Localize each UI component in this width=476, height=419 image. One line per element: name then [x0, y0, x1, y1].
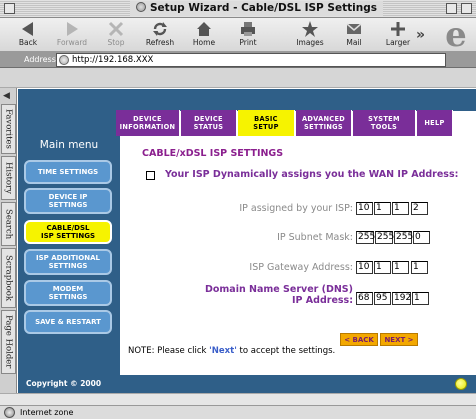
- window-title-bar: Setup Wizard - Cable/DSL ISP Settings: [0, 0, 476, 18]
- dynamic-ip-checkbox[interactable]: [146, 171, 155, 180]
- subnet-mask-octet-2[interactable]: 255: [375, 231, 394, 244]
- ip-assigned-octet-3[interactable]: 1: [392, 202, 409, 215]
- sidebar-tab-scrapbook[interactable]: Scrapbook: [1, 248, 16, 308]
- stop-x-icon: [108, 21, 124, 37]
- menu-cable-dsl-isp-settings-button[interactable]: CABLE/DSL ISP SETTINGS: [24, 220, 112, 244]
- sidebar-collapse-icon[interactable]: ◀: [3, 91, 10, 101]
- window-title: Setup Wizard - Cable/DSL ISP Settings: [130, 1, 383, 16]
- tab-basic-setup[interactable]: BASIC SETUP: [238, 110, 295, 136]
- zone-text: Internet zone: [20, 408, 74, 417]
- ie-logo-icon: e: [445, 15, 467, 55]
- tab-advanced-settings[interactable]: ADVANCED SETTINGS: [296, 110, 352, 136]
- subnet-mask-octet-3[interactable]: 255: [394, 231, 413, 244]
- globe-icon: [136, 2, 146, 12]
- forward-arrow-icon: [67, 22, 78, 36]
- dns-octet-1[interactable]: 68: [356, 292, 373, 305]
- larger-button[interactable]: Larger: [376, 20, 420, 50]
- back-arrow-icon: [22, 22, 33, 36]
- home-icon: [197, 22, 211, 36]
- ip-assigned-octet-4[interactable]: 2: [411, 202, 428, 215]
- images-button[interactable]: Images: [288, 20, 332, 50]
- section-title: CABLE/xDSL ISP SETTINGS: [142, 148, 284, 159]
- dynamic-ip-label: Your ISP Dynamically assigns you the WAN…: [165, 169, 459, 180]
- close-box-icon[interactable]: [4, 3, 15, 14]
- tab-help[interactable]: HELP: [417, 110, 453, 136]
- menu-time-settings-button[interactable]: TIME SETTINGS: [24, 160, 112, 184]
- main-menu-title: Main menu: [39, 139, 99, 151]
- mail-button[interactable]: Mail: [332, 20, 376, 50]
- sidebar-tab-search[interactable]: Search: [1, 202, 16, 246]
- menu-save-restart-button[interactable]: SAVE & RESTART: [24, 310, 112, 334]
- mail-icon: [346, 23, 362, 34]
- browser-toolbar: Back Forward Stop Refresh Home Print Ima…: [0, 18, 476, 52]
- address-label: Address:: [24, 55, 59, 64]
- subnet-mask-label: IP Subnet Mask:: [277, 232, 353, 243]
- gateway-octet-2[interactable]: 1: [374, 261, 391, 274]
- back-wizard-button[interactable]: < BACK: [340, 333, 378, 346]
- next-note: NOTE: Please click 'Next' to accept the …: [128, 346, 336, 356]
- page-globe-icon: [59, 55, 69, 65]
- subnet-mask-octet-1[interactable]: 255: [356, 231, 375, 244]
- ip-assigned-label: IP assigned by your ISP:: [239, 203, 353, 214]
- dns-label: Domain Name Server (DNS) IP Address:: [204, 284, 353, 306]
- gateway-octet-3[interactable]: 1: [392, 261, 409, 274]
- gateway-address-label: ISP Gateway Address:: [249, 262, 353, 273]
- ip-assigned-octet-2[interactable]: 1: [374, 202, 391, 215]
- browser-status-bar: Internet zone: [0, 405, 476, 419]
- copyright-text: Copyright © 2000: [26, 379, 102, 388]
- refresh-icon: [153, 22, 167, 36]
- gateway-octet-1[interactable]: 10: [356, 261, 373, 274]
- home-button[interactable]: Home: [182, 20, 226, 50]
- larger-text-icon: [391, 22, 405, 36]
- menu-device-ip-settings-button[interactable]: DEVICE IP SETTINGS: [24, 188, 112, 214]
- print-button[interactable]: Print: [226, 20, 270, 50]
- forward-button[interactable]: Forward: [50, 20, 94, 50]
- stop-button[interactable]: Stop: [94, 20, 138, 50]
- gateway-octet-4[interactable]: 1: [411, 261, 428, 274]
- tab-device-information[interactable]: DEVICE INFORMATION: [116, 110, 180, 136]
- ip-assigned-octet-1[interactable]: 10: [356, 202, 373, 215]
- explorer-sidebar: ◀ Favorites History Search Scrapbook Pag…: [0, 88, 17, 393]
- images-icon: [302, 21, 318, 37]
- back-button[interactable]: Back: [6, 20, 50, 50]
- tab-system-tools[interactable]: SYSTEM TOOLS: [353, 110, 416, 136]
- sidebar-tab-history[interactable]: History: [1, 156, 16, 200]
- toolbar-overflow-button[interactable]: »: [416, 27, 425, 43]
- button-bar: [0, 68, 476, 88]
- horizontal-scrollbar[interactable]: [0, 393, 476, 405]
- status-indicator-icon: [455, 378, 467, 390]
- dns-octet-4[interactable]: 1: [412, 292, 429, 305]
- collapse-box-icon[interactable]: [461, 3, 472, 14]
- dns-octet-2[interactable]: 95: [374, 292, 391, 305]
- tab-device-status[interactable]: DEVICE STATUS: [181, 110, 237, 136]
- menu-modem-settings-button[interactable]: MODEM SETTINGS: [24, 280, 112, 306]
- internet-zone-icon: [4, 407, 15, 418]
- menu-isp-additional-settings-button[interactable]: ISP ADDITIONAL SETTINGS: [24, 249, 112, 275]
- address-bar: Address: http://192.168.XXX: [0, 52, 476, 68]
- sidebar-tab-page-holder[interactable]: Page Holder: [1, 310, 16, 374]
- subnet-mask-octet-4[interactable]: 0: [413, 231, 430, 244]
- address-input[interactable]: http://192.168.XXX: [56, 53, 446, 67]
- refresh-button[interactable]: Refresh: [138, 20, 182, 50]
- print-icon: [241, 22, 255, 36]
- router-setup-page: DEVICE INFORMATION DEVICE STATUS BASIC SETU…: [18, 89, 476, 393]
- zoom-box-icon[interactable]: [446, 3, 457, 14]
- header-band: [18, 89, 476, 111]
- dns-octet-3[interactable]: 192: [392, 292, 411, 305]
- sidebar-tab-favorites[interactable]: Favorites: [1, 104, 16, 154]
- next-wizard-button[interactable]: NEXT >: [380, 333, 418, 346]
